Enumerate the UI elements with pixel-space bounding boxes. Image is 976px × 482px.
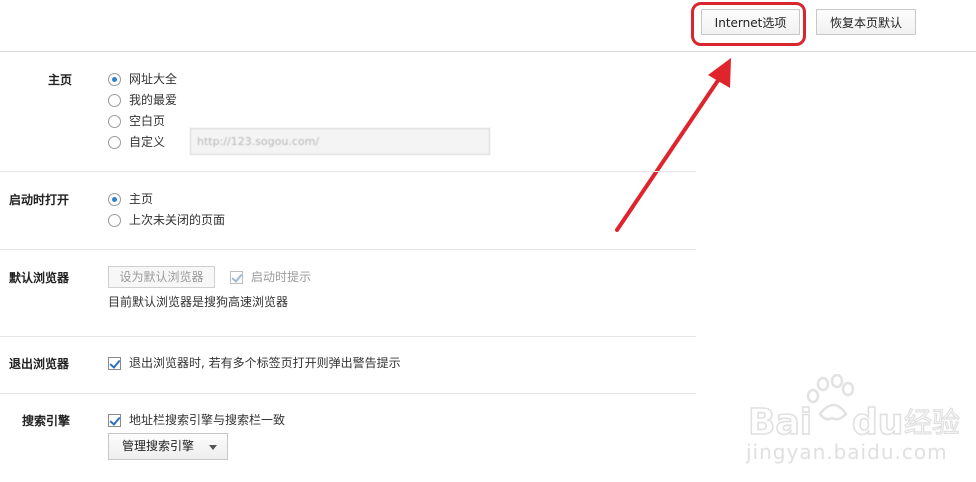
- checkbox[interactable]: [108, 414, 121, 427]
- checkbox-label: 启动时提示: [251, 270, 312, 284]
- divider: [0, 249, 696, 250]
- option-label: 网址大全: [129, 72, 178, 86]
- startup-option-last-session[interactable]: 上次未关闭的页面: [108, 211, 225, 229]
- option-label: 我的最爱: [129, 93, 178, 107]
- startup-label: 启动时打开: [9, 193, 70, 207]
- restore-defaults-button[interactable]: 恢复本页默认: [816, 9, 916, 35]
- divider: [0, 336, 696, 337]
- exit-browser-label: 退出浏览器: [9, 357, 70, 371]
- radio[interactable]: [108, 214, 121, 227]
- exit-warn-checkbox[interactable]: 退出浏览器时, 若有多个标签页打开则弹出警告提示: [108, 354, 401, 372]
- radio-selected[interactable]: [108, 73, 121, 86]
- prompt-on-start-checkbox[interactable]: 启动时提示: [230, 268, 311, 286]
- highlight-box: [691, 2, 806, 46]
- option-label: 上次未关闭的页面: [129, 213, 226, 227]
- homepage-label: 主页: [48, 73, 73, 87]
- option-label: 自定义: [129, 135, 166, 149]
- homepage-option-sites[interactable]: 网址大全: [108, 70, 177, 88]
- manage-search-engines-dropdown[interactable]: 管理搜索引擎: [108, 433, 228, 460]
- divider: [0, 393, 696, 394]
- svg-text:经验: 经验: [904, 406, 960, 439]
- dropdown-label: 管理搜索引擎: [122, 439, 195, 453]
- startup-option-home[interactable]: 主页: [108, 190, 153, 208]
- radio-selected[interactable]: [108, 193, 121, 206]
- search-engine-label: 搜索引擎: [22, 414, 71, 428]
- search-sync-checkbox[interactable]: 地址栏搜索引擎与搜索栏一致: [108, 411, 285, 429]
- chevron-down-icon: [209, 445, 217, 450]
- homepage-option-custom[interactable]: 自定义: [108, 133, 165, 151]
- default-browser-status: 目前默认浏览器是搜狗高速浏览器: [108, 295, 289, 309]
- top-toolbar: Internet选项 恢复本页默认: [0, 0, 976, 52]
- radio[interactable]: [108, 94, 121, 107]
- checkbox-label: 地址栏搜索引擎与搜索栏一致: [129, 413, 286, 427]
- svg-text:Bai: Bai: [748, 402, 812, 443]
- default-browser-label: 默认浏览器: [9, 271, 70, 285]
- radio[interactable]: [108, 136, 121, 149]
- option-label: 空白页: [129, 114, 166, 128]
- divider: [0, 171, 696, 172]
- set-default-browser-button[interactable]: 设为默认浏览器: [108, 266, 215, 288]
- checkbox[interactable]: [108, 357, 121, 370]
- baidu-watermark: Bai du 经验 jingyan.baidu.com: [742, 373, 972, 474]
- option-label: 主页: [129, 192, 154, 206]
- homepage-option-favorites[interactable]: 我的最爱: [108, 91, 177, 109]
- radio[interactable]: [108, 115, 121, 128]
- checkbox-label: 退出浏览器时, 若有多个标签页打开则弹出警告提示: [129, 356, 401, 370]
- homepage-option-blank[interactable]: 空白页: [108, 112, 165, 130]
- annotation-arrow: [615, 58, 731, 232]
- checkbox[interactable]: [230, 271, 243, 284]
- watermark-url: jingyan.baidu.com: [746, 440, 948, 464]
- custom-url-field[interactable]: http://123.sogou.com/: [190, 128, 490, 155]
- svg-text:du: du: [852, 402, 903, 443]
